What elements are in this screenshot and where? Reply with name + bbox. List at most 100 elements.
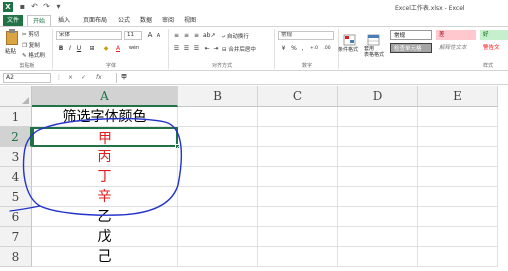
row-header-2[interactable]: 2 — [0, 127, 32, 147]
format-painter-button[interactable]: ✎ 格式刷 — [22, 51, 45, 59]
borders-icon[interactable]: ⊞ — [87, 44, 97, 53]
copy-button[interactable]: ❐ 复制 — [22, 41, 40, 49]
align-center-icon[interactable]: ☰ — [182, 44, 191, 53]
cut-button[interactable]: ✂ 剪切 — [22, 30, 39, 38]
increase-indent-icon[interactable]: ⇥ — [212, 44, 220, 53]
cell-a4[interactable]: 丁 — [32, 167, 178, 187]
comma-button[interactable]: , — [299, 44, 306, 53]
cell-e6[interactable] — [418, 207, 498, 227]
cell-e7[interactable] — [418, 227, 498, 247]
cell-c3[interactable] — [258, 147, 338, 167]
cell-d2[interactable] — [338, 127, 418, 147]
row-header-8[interactable]: 8 — [0, 247, 32, 267]
cell-b2[interactable] — [178, 127, 258, 147]
style-warning[interactable]: 警告文 — [480, 43, 508, 53]
column-header-a[interactable]: A — [32, 86, 178, 107]
cell-e4[interactable] — [418, 167, 498, 187]
cell-e8[interactable] — [418, 247, 498, 267]
enter-icon[interactable]: ✓ — [81, 74, 86, 81]
style-normal[interactable]: 常规 — [390, 30, 432, 40]
tab-insert[interactable]: 插入 — [54, 15, 74, 26]
percent-button[interactable]: % — [290, 44, 298, 53]
cell-b4[interactable] — [178, 167, 258, 187]
row-header-6[interactable]: 6 — [0, 207, 32, 227]
cell-d4[interactable] — [338, 167, 418, 187]
paste-button[interactable]: 粘贴 — [5, 47, 16, 55]
increase-decimal-button[interactable]: +.0 — [308, 44, 320, 53]
wrap-text-button[interactable]: ⤶ 自动换行 — [222, 32, 249, 41]
bold-button[interactable]: B — [57, 44, 65, 53]
cell-c1[interactable] — [258, 107, 338, 127]
undo-icon[interactable]: ↶ — [30, 3, 39, 11]
orientation-icon[interactable]: ab↗ — [203, 31, 216, 40]
style-good[interactable]: 好 — [480, 30, 508, 40]
tab-data[interactable]: 数据 — [137, 15, 155, 26]
cell-b8[interactable] — [178, 247, 258, 267]
cell-e3[interactable] — [418, 147, 498, 167]
row-header-1[interactable]: 1 — [0, 107, 32, 127]
cell-c7[interactable] — [258, 227, 338, 247]
cell-b3[interactable] — [178, 147, 258, 167]
cell-d8[interactable] — [338, 247, 418, 267]
conditional-format-icon[interactable] — [343, 31, 356, 46]
row-header-5[interactable]: 5 — [0, 187, 32, 207]
tab-formulas[interactable]: 公式 — [115, 15, 133, 26]
grow-font-button[interactable]: A — [146, 31, 154, 40]
customize-icon[interactable]: ▾ — [54, 3, 63, 11]
style-bad[interactable]: 差 — [436, 30, 476, 40]
cell-b7[interactable] — [178, 227, 258, 247]
number-format-select[interactable]: 常规 — [278, 31, 334, 40]
cell-a5[interactable]: 辛 — [32, 187, 178, 207]
tab-view[interactable]: 视图 — [181, 15, 199, 26]
name-box[interactable]: A2 — [3, 73, 51, 83]
format-as-table-icon[interactable] — [367, 31, 380, 46]
select-all-button[interactable] — [0, 86, 32, 107]
style-explanatory[interactable]: 解释性文本 — [436, 43, 476, 53]
align-bottom-icon[interactable]: ≡ — [192, 31, 201, 40]
row-header-3[interactable]: 3 — [0, 147, 32, 167]
save-icon[interactable]: ▪ — [18, 3, 27, 11]
cell-e5[interactable] — [418, 187, 498, 207]
cell-e2[interactable] — [418, 127, 498, 147]
font-name-select[interactable]: 宋体 — [56, 31, 122, 40]
currency-button[interactable]: ¥ — [279, 44, 288, 53]
cell-a1[interactable]: 筛选字体颜色 — [32, 107, 178, 127]
row-header-7[interactable]: 7 — [0, 227, 32, 247]
italic-button[interactable]: I — [66, 44, 74, 53]
tab-review[interactable]: 审阅 — [159, 15, 177, 26]
cell-b5[interactable] — [178, 187, 258, 207]
align-middle-icon[interactable]: ≡ — [182, 31, 191, 40]
formula-input[interactable]: 甲 — [116, 73, 506, 83]
row-header-4[interactable]: 4 — [0, 167, 32, 187]
style-check-cell[interactable]: 检查单元格 — [390, 43, 432, 53]
insert-function-icon[interactable]: fx — [96, 74, 102, 81]
cell-c2[interactable] — [258, 127, 338, 147]
column-header-b[interactable]: B — [178, 86, 258, 107]
paste-icon[interactable] — [6, 31, 18, 45]
cell-c8[interactable] — [258, 247, 338, 267]
cell-d7[interactable] — [338, 227, 418, 247]
cancel-icon[interactable]: × — [68, 74, 73, 81]
cell-b1[interactable] — [178, 107, 258, 127]
redo-icon[interactable]: ↷ — [42, 3, 51, 11]
tab-home[interactable]: 开始 — [27, 15, 51, 26]
cell-c6[interactable] — [258, 207, 338, 227]
cell-b6[interactable] — [178, 207, 258, 227]
cell-e1[interactable] — [418, 107, 498, 127]
decrease-decimal-button[interactable]: .00 — [321, 44, 333, 53]
phonetic-button[interactable]: wén — [127, 44, 141, 53]
cell-a6[interactable]: 乙 — [32, 207, 178, 227]
cell-a3[interactable]: 丙 — [32, 147, 178, 167]
cell-d3[interactable] — [338, 147, 418, 167]
align-left-icon[interactable]: ☰ — [172, 44, 181, 53]
decrease-indent-icon[interactable]: ⇤ — [203, 44, 211, 53]
cell-d5[interactable] — [338, 187, 418, 207]
font-size-select[interactable]: 11 — [124, 31, 142, 40]
align-top-icon[interactable]: ≡ — [172, 31, 181, 40]
merge-center-button[interactable]: ⊟ 合并后居中 — [222, 45, 256, 53]
conditional-format-button[interactable]: 条件格式 — [338, 46, 358, 53]
cell-c5[interactable] — [258, 187, 338, 207]
cell-c4[interactable] — [258, 167, 338, 187]
shrink-font-button[interactable]: A — [155, 32, 162, 41]
align-right-icon[interactable]: ☰ — [192, 44, 201, 53]
